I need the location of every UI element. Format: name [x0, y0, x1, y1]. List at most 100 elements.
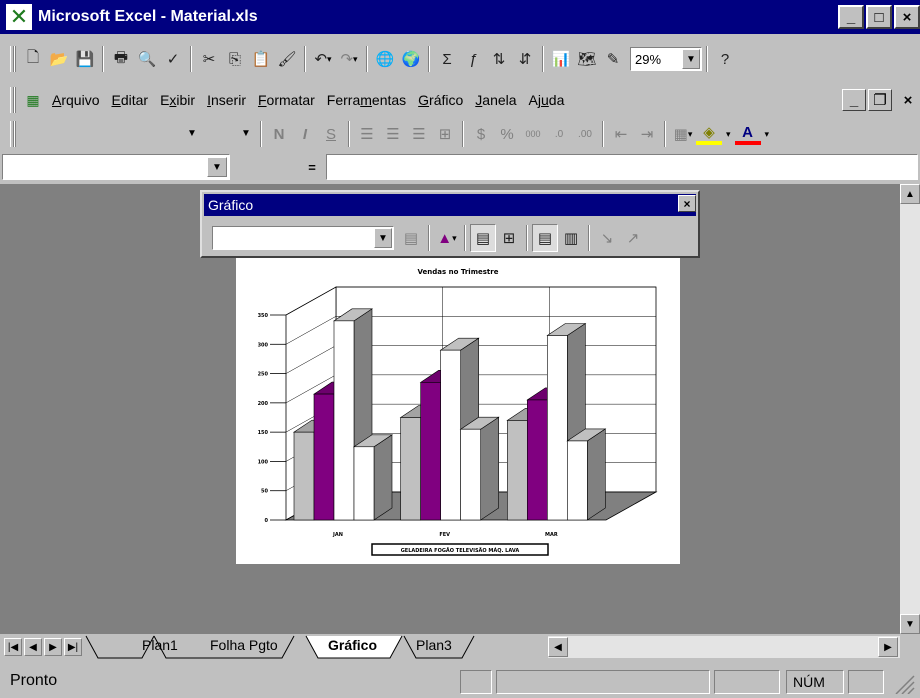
- doc-restore-button[interactable]: ❐: [868, 89, 892, 111]
- by-row-icon[interactable]: ▤: [532, 224, 558, 252]
- chart-wizard-icon[interactable]: 📊: [548, 45, 574, 73]
- autosum-icon[interactable]: Σ: [434, 45, 460, 73]
- menu-janela[interactable]: Janela: [469, 87, 522, 113]
- menu-arquivo[interactable]: Arquivo: [46, 87, 105, 113]
- sheet-tab-plan1[interactable]: Plan1: [128, 634, 192, 658]
- vertical-scrollbar[interactable]: ▲ ▼: [900, 184, 920, 634]
- font-color-icon[interactable]: A: [734, 123, 761, 145]
- sheet-tab-plan3[interactable]: Plan3: [402, 634, 466, 658]
- chevron-down-icon[interactable]: ▼: [237, 123, 255, 143]
- align-center-icon[interactable]: ☰: [380, 120, 406, 148]
- by-column-icon[interactable]: ▥: [558, 224, 584, 252]
- merge-center-icon[interactable]: ⊞: [432, 120, 458, 148]
- menubar-grip[interactable]: [10, 87, 16, 113]
- help-icon[interactable]: ?: [712, 45, 738, 73]
- excel-app-icon[interactable]: ✕: [6, 4, 32, 30]
- underline-button[interactable]: S: [318, 120, 344, 148]
- sheet-tab-folha-pgto[interactable]: Folha Pgto: [196, 634, 292, 658]
- percent-icon[interactable]: %: [494, 120, 520, 148]
- increase-indent-icon[interactable]: ⇥: [634, 120, 660, 148]
- angle-text-down-icon[interactable]: ↘: [594, 224, 620, 252]
- menu-grafico[interactable]: Gráfico: [412, 87, 469, 113]
- save-icon[interactable]: 💾: [72, 45, 98, 73]
- sheet-tab-grafico[interactable]: Gráfico: [314, 634, 391, 658]
- redo-icon[interactable]: ↷ ▾: [336, 45, 362, 73]
- sort-ascending-icon[interactable]: ⇅: [486, 45, 512, 73]
- currency-icon[interactable]: $: [468, 120, 494, 148]
- chart-plot[interactable]: Vendas no Trimestre 0 50 100 150 200 250 300 350…: [236, 256, 680, 564]
- hyperlink-icon[interactable]: 🌐: [372, 45, 398, 73]
- menu-ajuda[interactable]: Ajuda: [523, 87, 571, 113]
- chart-toolbar[interactable]: Gráfico × ▼ ▤ ▲ ▾ ▤ ⊞ ▤ ▥ ↘ ↗: [200, 190, 700, 258]
- minimize-button[interactable]: _: [838, 5, 864, 29]
- close-button[interactable]: ×: [894, 5, 920, 29]
- font-name-select[interactable]: ▼: [20, 122, 202, 146]
- font-size-select[interactable]: ▼: [206, 122, 256, 146]
- menu-editar[interactable]: Editar: [105, 87, 154, 113]
- chevron-down-icon[interactable]: ▾: [765, 129, 770, 140]
- horizontal-scrollbar[interactable]: ◀ ▶: [548, 636, 900, 658]
- paste-function-icon[interactable]: ƒ: [460, 45, 486, 73]
- menu-exibir[interactable]: Exibir: [154, 87, 201, 113]
- borders-icon[interactable]: ▦ ▾: [670, 120, 696, 148]
- new-icon[interactable]: 🗋: [20, 45, 46, 73]
- equals-button[interactable]: =: [300, 154, 324, 180]
- align-right-icon[interactable]: ☰: [406, 120, 432, 148]
- chevron-down-icon[interactable]: ▼: [682, 49, 700, 69]
- web-toolbar-icon[interactable]: 🌍: [398, 45, 424, 73]
- spelling-icon[interactable]: ✓: [160, 45, 186, 73]
- chart-toolbar-close-button[interactable]: ×: [678, 195, 696, 212]
- scroll-up-icon[interactable]: ▲: [900, 184, 920, 204]
- scroll-down-icon[interactable]: ▼: [900, 614, 920, 634]
- map-icon[interactable]: 🗺: [574, 45, 600, 73]
- next-sheet-icon[interactable]: ▶: [44, 638, 62, 656]
- chevron-down-icon[interactable]: ▼: [183, 123, 201, 143]
- bold-button[interactable]: N: [266, 120, 292, 148]
- legend-icon[interactable]: ▤: [470, 224, 496, 252]
- menu-inserir[interactable]: Inserir: [201, 87, 252, 113]
- decrease-decimal-icon[interactable]: .00: [572, 120, 598, 148]
- angle-text-up-icon[interactable]: ↗: [620, 224, 646, 252]
- menu-ferramentas[interactable]: Ferramentas: [321, 87, 412, 113]
- menu-formatar[interactable]: Formatar: [252, 87, 321, 113]
- formula-input[interactable]: [326, 154, 918, 180]
- doc-minimize-button[interactable]: _: [842, 89, 866, 111]
- chevron-down-icon[interactable]: ▼: [207, 157, 227, 177]
- format-painter-icon[interactable]: 🖌: [274, 45, 300, 73]
- drawing-icon[interactable]: ✎: [600, 45, 626, 73]
- fill-color-icon[interactable]: ◈: [696, 123, 722, 145]
- format-chart-object-icon[interactable]: ▤: [398, 224, 424, 252]
- workbook-icon[interactable]: ▦: [20, 88, 46, 112]
- paste-icon[interactable]: 📋: [248, 45, 274, 73]
- copy-icon[interactable]: ⎘: [222, 45, 248, 73]
- chevron-down-icon[interactable]: ▼: [374, 228, 392, 248]
- chevron-down-icon[interactable]: ▾: [726, 129, 731, 140]
- maximize-button[interactable]: □: [866, 5, 892, 29]
- decrease-indent-icon[interactable]: ⇤: [608, 120, 634, 148]
- scroll-left-icon[interactable]: ◀: [548, 637, 568, 657]
- sort-descending-icon[interactable]: ⇵: [512, 45, 538, 73]
- first-sheet-icon[interactable]: |◀: [4, 638, 22, 656]
- doc-close-button[interactable]: ×: [896, 89, 920, 111]
- undo-icon[interactable]: ↶ ▾: [310, 45, 336, 73]
- zoom-select[interactable]: 29% ▼: [630, 47, 702, 71]
- chart-objects-select[interactable]: ▼: [212, 226, 394, 250]
- italic-button[interactable]: I: [292, 120, 318, 148]
- resize-grip-icon[interactable]: [888, 670, 916, 695]
- print-icon[interactable]: 🖶: [108, 45, 134, 73]
- increase-decimal-icon[interactable]: .0: [546, 120, 572, 148]
- last-sheet-icon[interactable]: ▶|: [64, 638, 82, 656]
- cut-icon[interactable]: ✂: [196, 45, 222, 73]
- data-table-icon[interactable]: ⊞: [496, 224, 522, 252]
- scroll-right-icon[interactable]: ▶: [878, 637, 898, 657]
- prev-sheet-icon[interactable]: ◀: [24, 638, 42, 656]
- open-icon[interactable]: 📂: [46, 45, 72, 73]
- chart-toolbar-title[interactable]: Gráfico: [204, 194, 696, 216]
- toolbar-grip[interactable]: [10, 121, 16, 147]
- name-box[interactable]: ▼: [2, 154, 230, 180]
- comma-style-icon[interactable]: 000: [520, 120, 546, 148]
- chart-type-icon[interactable]: ▲ ▾: [434, 224, 460, 252]
- chart-area[interactable]: Vendas no Trimestre 0 50 100 150 200 250 300 350…: [236, 256, 680, 564]
- toolbar-grip[interactable]: [10, 46, 16, 72]
- print-preview-icon[interactable]: 🔍: [134, 45, 160, 73]
